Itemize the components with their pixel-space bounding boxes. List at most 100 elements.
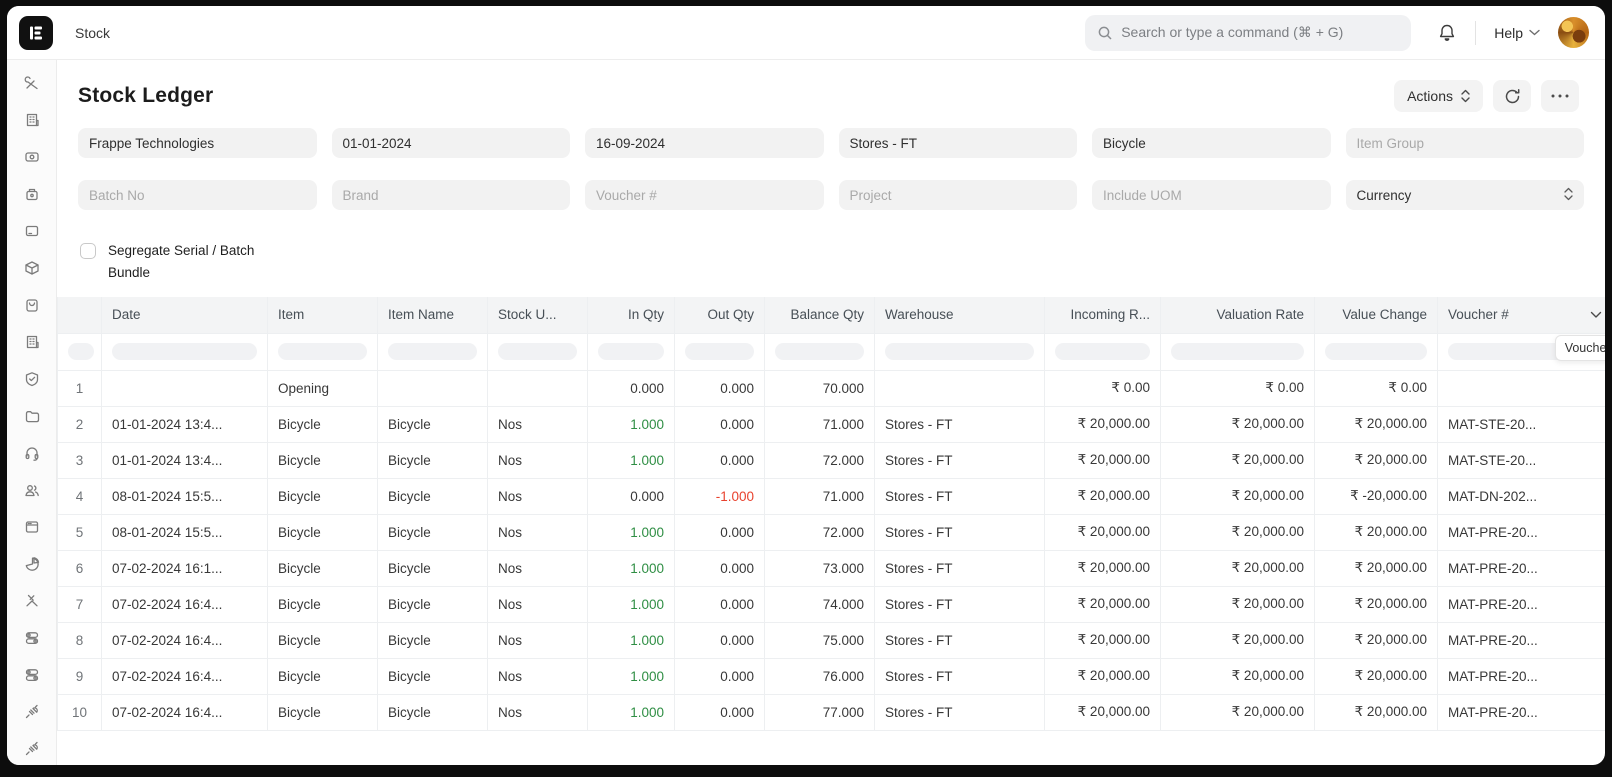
building-icon <box>23 112 41 128</box>
column-filter-input[interactable] <box>1325 343 1427 360</box>
column-filter-cell <box>102 333 268 370</box>
erpnext-logo[interactable] <box>19 16 53 50</box>
column-filter-input[interactable] <box>278 343 367 360</box>
column-filter-input[interactable] <box>685 343 754 360</box>
column-header-stock-u[interactable]: Stock U... <box>488 297 588 333</box>
cell-in-qty: 1.000 <box>588 514 675 550</box>
filter-field-project[interactable]: Project <box>839 180 1078 210</box>
segregate-checkbox[interactable] <box>80 243 96 259</box>
sidebar-item-banknote[interactable] <box>19 148 45 166</box>
cell-incoming-r: ₹ 20,000.00 <box>1045 406 1161 442</box>
table-row[interactable]: 201-01-2024 13:4...BicycleBicycleNos1.00… <box>58 406 1606 442</box>
sidebar-item-credit-card[interactable] <box>19 222 45 240</box>
sidebar-item-plug[interactable] <box>19 703 45 721</box>
column-header-voucher[interactable]: Voucher # <box>1438 297 1606 333</box>
column-header-warehouse[interactable]: Warehouse <box>875 297 1045 333</box>
breadcrumb[interactable]: Stock <box>75 25 110 41</box>
notifications-bell-icon[interactable] <box>1437 23 1457 43</box>
sidebar-item-tools[interactable] <box>19 74 45 92</box>
column-filter-input[interactable] <box>1171 343 1304 360</box>
table-row[interactable]: 907-02-2024 16:4...BicycleBicycleNos1.00… <box>58 658 1606 694</box>
filter-field-stores-ft[interactable]: Stores - FT <box>839 128 1078 158</box>
filter-field-batch-no[interactable]: Batch No <box>78 180 317 210</box>
user-avatar[interactable] <box>1558 17 1589 48</box>
column-filter-input[interactable] <box>68 343 94 360</box>
cell-in-qty: 1.000 <box>588 550 675 586</box>
filter-field-include-uom[interactable]: Include UOM <box>1092 180 1331 210</box>
cell-item: Bicycle <box>268 550 378 586</box>
table-row[interactable]: 301-01-2024 13:4...BicycleBicycleNos1.00… <box>58 442 1606 478</box>
filter-field-currency[interactable]: Currency <box>1346 180 1585 210</box>
table-row[interactable]: 607-02-2024 16:1...BicycleBicycleNos1.00… <box>58 550 1606 586</box>
filter-field-text: Stores - FT <box>850 136 918 151</box>
segregate-checkbox-label[interactable]: Segregate Serial / Batch Bundle <box>108 240 283 283</box>
column-header-out-qty[interactable]: Out Qty <box>675 297 765 333</box>
column-header-valuation-rate[interactable]: Valuation Rate <box>1161 297 1315 333</box>
sidebar-item-toggles2[interactable] <box>19 666 45 684</box>
column-filter-input[interactable] <box>885 343 1034 360</box>
filter-field-item-group[interactable]: Item Group <box>1346 128 1585 158</box>
column-header-balance-qty[interactable]: Balance Qty <box>765 297 875 333</box>
filter-field-16-09-2024[interactable]: 16-09-2024 <box>585 128 824 158</box>
column-filter-cell <box>675 333 765 370</box>
cell-stock-u: Nos <box>488 658 588 694</box>
sidebar-item-plug2[interactable] <box>19 740 45 758</box>
column-header-in-qty[interactable]: In Qty <box>588 297 675 333</box>
column-filter-input[interactable] <box>775 343 864 360</box>
refresh-icon <box>1504 88 1521 105</box>
filter-field-01-01-2024[interactable]: 01-01-2024 <box>332 128 571 158</box>
column-header-incoming-r[interactable]: Incoming R... <box>1045 297 1161 333</box>
sidebar-item-toggles[interactable] <box>19 629 45 647</box>
column-filter-input[interactable] <box>1055 343 1150 360</box>
column-filter-input[interactable] <box>598 343 664 360</box>
toggles-icon <box>23 630 41 646</box>
row-index: 7 <box>58 586 102 622</box>
sidebar-item-headset[interactable] <box>19 444 45 462</box>
column-menu-chevron-icon[interactable] <box>1590 307 1602 322</box>
filter-field-brand[interactable]: Brand <box>332 180 571 210</box>
row-index: 8 <box>58 622 102 658</box>
column-filter-input[interactable] <box>498 343 577 360</box>
column-filter-input[interactable] <box>112 343 257 360</box>
actions-button[interactable]: Actions <box>1394 80 1483 112</box>
help-menu[interactable]: Help <box>1494 25 1540 41</box>
global-search-input[interactable]: Search or type a command (⌘ + G) <box>1085 15 1411 51</box>
sidebar-item-browser[interactable] <box>19 518 45 536</box>
cell-valuation-rate: ₹ 20,000.00 <box>1161 586 1315 622</box>
sidebar-item-shopping-bag[interactable] <box>19 296 45 314</box>
table-row[interactable]: 1Opening0.0000.00070.000₹ 0.00₹ 0.00₹ 0.… <box>58 370 1606 406</box>
refresh-button[interactable] <box>1493 80 1531 112</box>
sidebar-item-office[interactable] <box>19 333 45 351</box>
sidebar <box>7 60 57 765</box>
sidebar-item-hammers[interactable] <box>19 592 45 610</box>
column-filter-cell <box>588 333 675 370</box>
cell-voucher: MAT-PRE-20... <box>1438 586 1606 622</box>
more-options-button[interactable] <box>1541 80 1579 112</box>
select-chevrons-icon <box>1564 187 1573 204</box>
table-row[interactable]: 508-01-2024 15:5...BicycleBicycleNos1.00… <box>58 514 1606 550</box>
filter-field-voucher[interactable]: Voucher # <box>585 180 824 210</box>
sidebar-item-cash-box[interactable] <box>19 185 45 203</box>
sidebar-item-pie-chart[interactable] <box>19 555 45 573</box>
column-header-value-change[interactable]: Value Change <box>1315 297 1438 333</box>
cell-valuation-rate: ₹ 20,000.00 <box>1161 694 1315 730</box>
filter-field-frappe-technologies[interactable]: Frappe Technologies <box>78 128 317 158</box>
cell-value-change: ₹ 0.00 <box>1315 370 1438 406</box>
table-row[interactable]: 707-02-2024 16:4...BicycleBicycleNos1.00… <box>58 586 1606 622</box>
column-filter-input[interactable] <box>388 343 477 360</box>
filter-field-bicycle[interactable]: Bicycle <box>1092 128 1331 158</box>
table-row[interactable]: 807-02-2024 16:4...BicycleBicycleNos1.00… <box>58 622 1606 658</box>
column-header-date[interactable]: Date <box>102 297 268 333</box>
sidebar-item-users[interactable] <box>19 481 45 499</box>
sidebar-item-package[interactable] <box>19 259 45 277</box>
sidebar-item-shield-check[interactable] <box>19 370 45 388</box>
column-header-label: Incoming R... <box>1070 307 1150 322</box>
column-header-item-name[interactable]: Item Name <box>378 297 488 333</box>
table-row[interactable]: 1007-02-2024 16:4...BicycleBicycleNos1.0… <box>58 694 1606 730</box>
table-row[interactable]: 408-01-2024 15:5...BicycleBicycleNos0.00… <box>58 478 1606 514</box>
cell-date: 07-02-2024 16:4... <box>102 694 268 730</box>
sidebar-item-folder[interactable] <box>19 407 45 425</box>
column-header-item[interactable]: Item <box>268 297 378 333</box>
sidebar-item-building[interactable] <box>19 111 45 129</box>
package-icon <box>23 260 41 276</box>
